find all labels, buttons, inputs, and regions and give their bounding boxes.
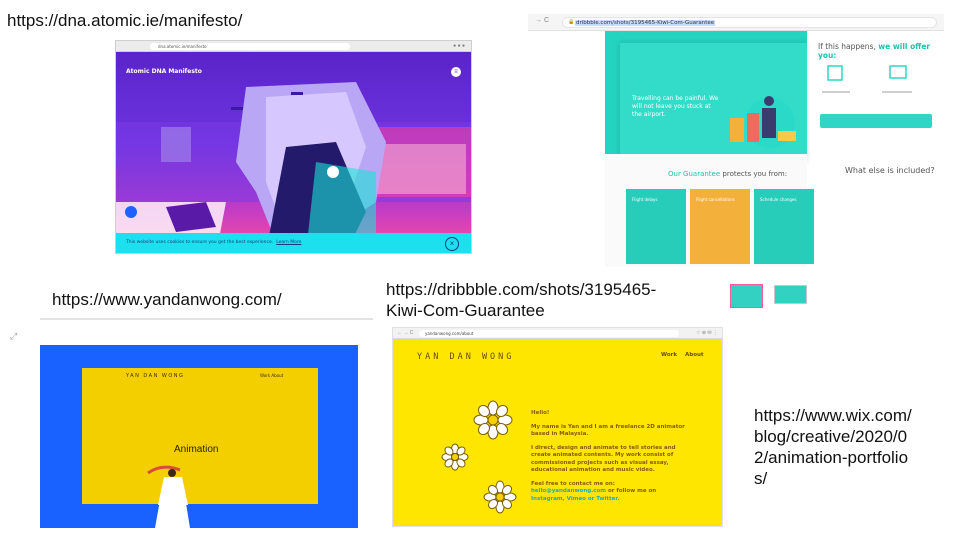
atomic-logo[interactable]: Atomic DNA Manifesto xyxy=(126,68,202,75)
wix-url-line1: https://www.wix.com/ xyxy=(754,406,912,425)
address-text: dribbble.com/shots/3195465-Kiwi-Com-Guar… xyxy=(575,20,716,26)
guarantee-tile[interactable]: Flight delays xyxy=(626,189,686,264)
dribbble-url-line2: Kiwi-Com-Guarantee xyxy=(386,301,545,320)
guarantee-tile[interactable]: Schedule changes xyxy=(754,189,814,264)
address-bar[interactable]: dribbble.com/shots/3195465-Kiwi-Com-Guar… xyxy=(562,17,937,28)
browser-icons[interactable]: ☆ ⊕ ✉ ⋮ xyxy=(696,330,718,336)
wix-url-caption: https://www.wix.com/ blog/creative/2020/… xyxy=(754,405,912,489)
dribbble-url-caption: https://dribbble.com/shots/3195465- Kiwi… xyxy=(386,279,656,321)
yandanwong-home-screenshot: YAN DAN WONG Work About Animation xyxy=(40,345,358,528)
address-bar[interactable]: dna.atomic.ie/manifesto xyxy=(150,43,350,50)
atomic-screenshot: dna.atomic.ie/manifesto ● ● ● Atomic DNA… xyxy=(115,40,472,254)
nav-work[interactable]: Work xyxy=(661,352,677,358)
guarantee-rest: protects you from: xyxy=(722,170,788,178)
browser-bar: ← → C yandanwong.com/about ☆ ⊕ ✉ ⋮ xyxy=(393,328,722,339)
thumbnail-active[interactable] xyxy=(730,284,763,308)
dancer-illustration xyxy=(147,465,190,528)
cookie-banner: This website uses cookies to ensure you … xyxy=(116,233,471,253)
guarantee-heading: Our Guarantee protects you from: xyxy=(668,170,787,178)
contact-mid: or follow me on xyxy=(607,488,657,494)
divider xyxy=(40,318,373,320)
offer-cta[interactable] xyxy=(820,114,932,128)
email-link[interactable]: hello@yandanwong.com xyxy=(531,488,606,494)
dribbble-screenshot: → C dribbble.com/shots/3195465-Kiwi-Com-… xyxy=(528,14,944,267)
wix-url-line3: 2/animation-portfolio xyxy=(754,448,909,467)
daisy-icon xyxy=(483,480,517,514)
yandanwong-about-screenshot: ← → C yandanwong.com/about ☆ ⊕ ✉ ⋮ YAN D… xyxy=(392,327,723,527)
brand-title[interactable]: YAN DAN WONG xyxy=(417,352,514,362)
daisy-icon xyxy=(473,400,513,440)
wix-url-line4: s/ xyxy=(754,469,768,488)
about-copy: Hello! My name is Yan and I am a freelan… xyxy=(531,410,696,509)
yandanwong-url-caption: https://www.yandanwong.com/ xyxy=(52,290,282,309)
hero-card: Travelling can be painful. We will not l… xyxy=(620,43,807,161)
cookie-text: This website uses cookies to ensure you … xyxy=(126,240,301,245)
atomic-url-caption: https://dna.atomic.ie/manifesto/ xyxy=(7,11,243,30)
browser-bar: → C dribbble.com/shots/3195465-Kiwi-Com-… xyxy=(528,14,944,31)
browser-icons: ● ● ● xyxy=(453,43,465,49)
thumbnail[interactable] xyxy=(774,285,807,304)
wix-url-line2: blog/creative/2020/0 xyxy=(754,427,908,446)
nav-links: Work About xyxy=(661,352,712,358)
daisy-icon xyxy=(441,443,469,471)
hello-text: Hello! xyxy=(531,410,550,416)
offer-prefix: If this happens, xyxy=(818,42,876,51)
lock-icon: 🔒 xyxy=(568,19,575,25)
tile-label: Flight cancellations xyxy=(696,197,735,202)
contact-lead: Feel free to contact me on: xyxy=(531,480,615,487)
browser-nav[interactable]: ← → C xyxy=(397,330,413,336)
learn-more-link[interactable]: Learn More xyxy=(276,240,301,245)
menu-button[interactable]: ≡ xyxy=(451,67,461,77)
atomic-page: Atomic DNA Manifesto ≡ This website uses… xyxy=(116,52,471,253)
social-links[interactable]: Instagram, Vimeo or Twitter. xyxy=(531,496,619,502)
offer-heading: If this happens, we will offer you: xyxy=(818,42,944,60)
nav-about[interactable]: About xyxy=(685,352,704,358)
hero-section: Travelling can be painful. We will not l… xyxy=(605,31,807,168)
traveller-illustration xyxy=(730,96,796,148)
atomic-illustration xyxy=(116,82,471,253)
dribbble-url-line1: https://dribbble.com/shots/3195465- xyxy=(386,280,657,299)
expand-icon[interactable]: ⤢ xyxy=(10,331,17,342)
cookie-message: This website uses cookies to ensure you … xyxy=(126,240,274,245)
guarantee-emphasis: Our Guarantee xyxy=(668,170,721,178)
browser-bar: dna.atomic.ie/manifesto ● ● ● xyxy=(116,41,471,52)
guarantee-tile[interactable]: Flight cancellations xyxy=(690,189,750,264)
browser-nav[interactable]: → C xyxy=(535,17,549,24)
tile-label: Flight delays xyxy=(632,197,658,202)
work-paragraph: I direct, design and animate to tell sto… xyxy=(531,444,676,474)
tile-label: Schedule changes xyxy=(760,197,797,202)
else-heading: What else is included? xyxy=(845,166,935,175)
close-icon[interactable]: × xyxy=(445,237,459,251)
intro-paragraph: My name is Yan and I am a freelance 2D a… xyxy=(531,423,685,438)
address-bar[interactable]: yandanwong.com/about xyxy=(419,330,679,337)
contact-paragraph: Feel free to contact me on: hello@yandan… xyxy=(531,481,696,504)
